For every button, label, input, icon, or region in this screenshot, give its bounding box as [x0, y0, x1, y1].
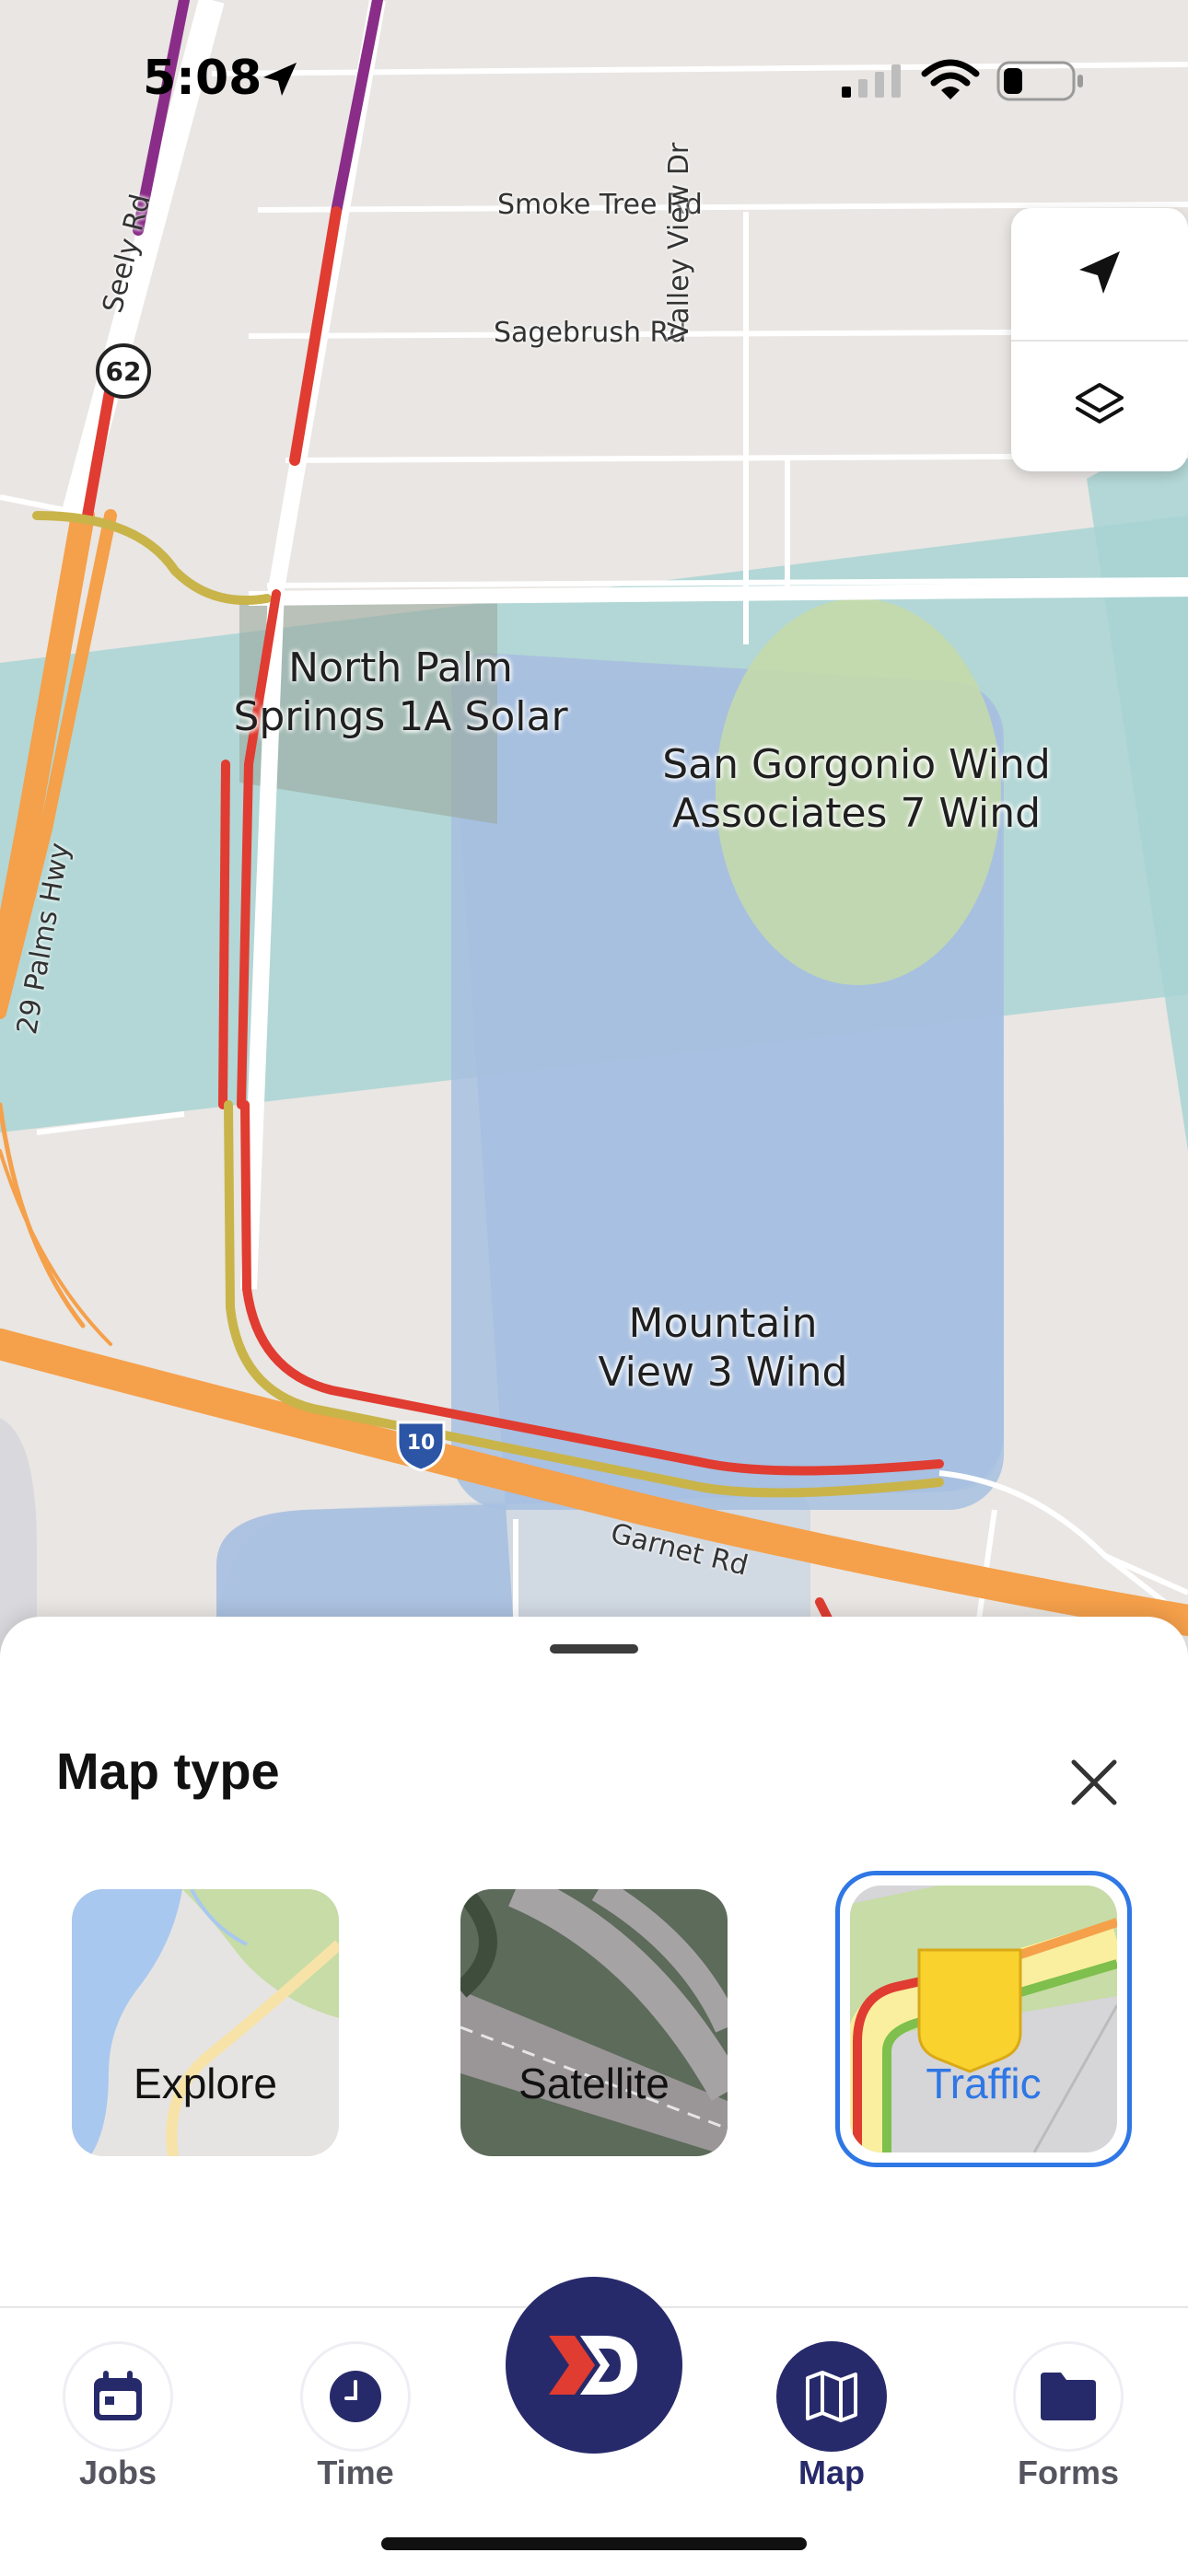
map-type-satellite-label[interactable]: Satellite	[437, 2059, 751, 2108]
map-icon	[806, 2371, 857, 2422]
road-label-sagebrush: Sagebrush Rd	[494, 317, 687, 349]
home-brand-button[interactable]	[506, 2277, 682, 2454]
navigation-arrow-icon	[1079, 251, 1120, 294]
map-type-satellite-tile[interactable]	[460, 1889, 728, 2156]
traffic-thumbnail	[850, 1886, 1117, 2152]
tab-time[interactable]: Time	[263, 2308, 448, 2492]
sheet-drag-handle[interactable]	[550, 1644, 638, 1654]
explore-thumbnail	[72, 1889, 339, 2156]
poi-label-mountain-view[interactable]: Mountain View 3 Wind	[553, 1300, 893, 1398]
poi-label-san-gorgonio[interactable]: San Gorgonio Wind Associates 7 Wind	[645, 741, 1068, 839]
poi-label-line: North Palm	[288, 644, 513, 691]
map-type-explore-tile[interactable]	[72, 1889, 339, 2156]
status-bar: 5:08	[0, 0, 1188, 147]
map-type-explore-label[interactable]: Explore	[49, 2059, 362, 2108]
home-indicator[interactable]	[381, 2537, 807, 2550]
tab-map-icon-wrap	[776, 2341, 887, 2452]
satellite-thumbnail	[460, 1889, 728, 2156]
close-button[interactable]	[1057, 1746, 1131, 1819]
poi-label-line: Associates 7 Wind	[671, 789, 1042, 837]
wifi-icon	[921, 59, 980, 99]
sheet-title: Map type	[56, 1742, 280, 1800]
interstate-10-shield: 10	[406, 1432, 436, 1455]
tab-bar: Jobs Time Map Forms	[0, 2277, 1188, 2576]
location-arrow-icon	[263, 63, 297, 96]
map-type-traffic-tile[interactable]	[850, 1886, 1117, 2152]
poi-label-north-palm[interactable]: North Palm Springs 1A Solar	[203, 644, 599, 742]
tab-time-icon-wrap	[300, 2341, 411, 2452]
map-layers-button[interactable]	[1011, 342, 1188, 472]
map-type-traffic-label[interactable]: Traffic	[827, 2059, 1140, 2108]
status-time: 5:08	[143, 51, 262, 106]
layers-icon	[1076, 383, 1124, 424]
poi-label-line: San Gorgonio Wind	[662, 741, 1051, 788]
poi-label-line: View 3 Wind	[598, 1348, 848, 1396]
tab-map[interactable]: Map	[740, 2308, 924, 2492]
road-label-valley-view: Valley View Dr	[663, 142, 695, 341]
map-controls	[1011, 208, 1188, 471]
route-62-shield: 62	[105, 356, 142, 387]
clock-icon	[330, 2371, 381, 2422]
tab-map-label: Map	[798, 2454, 865, 2491]
tab-forms[interactable]: Forms	[976, 2308, 1160, 2492]
tab-jobs-label: Jobs	[78, 2454, 157, 2491]
tab-time-label: Time	[317, 2454, 394, 2491]
folder-icon	[1041, 2373, 1096, 2420]
poi-label-line: Springs 1A Solar	[233, 692, 568, 740]
tab-jobs-icon-wrap	[63, 2341, 173, 2452]
poi-label-line: Mountain	[628, 1300, 818, 1347]
battery-icon	[996, 61, 1083, 101]
calendar-icon	[94, 2371, 142, 2420]
brand-logo-icon	[549, 2336, 637, 2395]
tab-jobs[interactable]: Jobs	[26, 2308, 210, 2492]
cellular-signal-icon	[842, 64, 901, 98]
map-view[interactable]: 62 10 Smoke Tree Rd Sagebrush Rd Valley …	[0, 0, 1188, 1657]
tab-forms-label: Forms	[1017, 2454, 1120, 2491]
close-icon	[1071, 1759, 1117, 1805]
tab-forms-icon-wrap	[1013, 2341, 1124, 2452]
locate-me-button[interactable]	[1011, 208, 1188, 339]
